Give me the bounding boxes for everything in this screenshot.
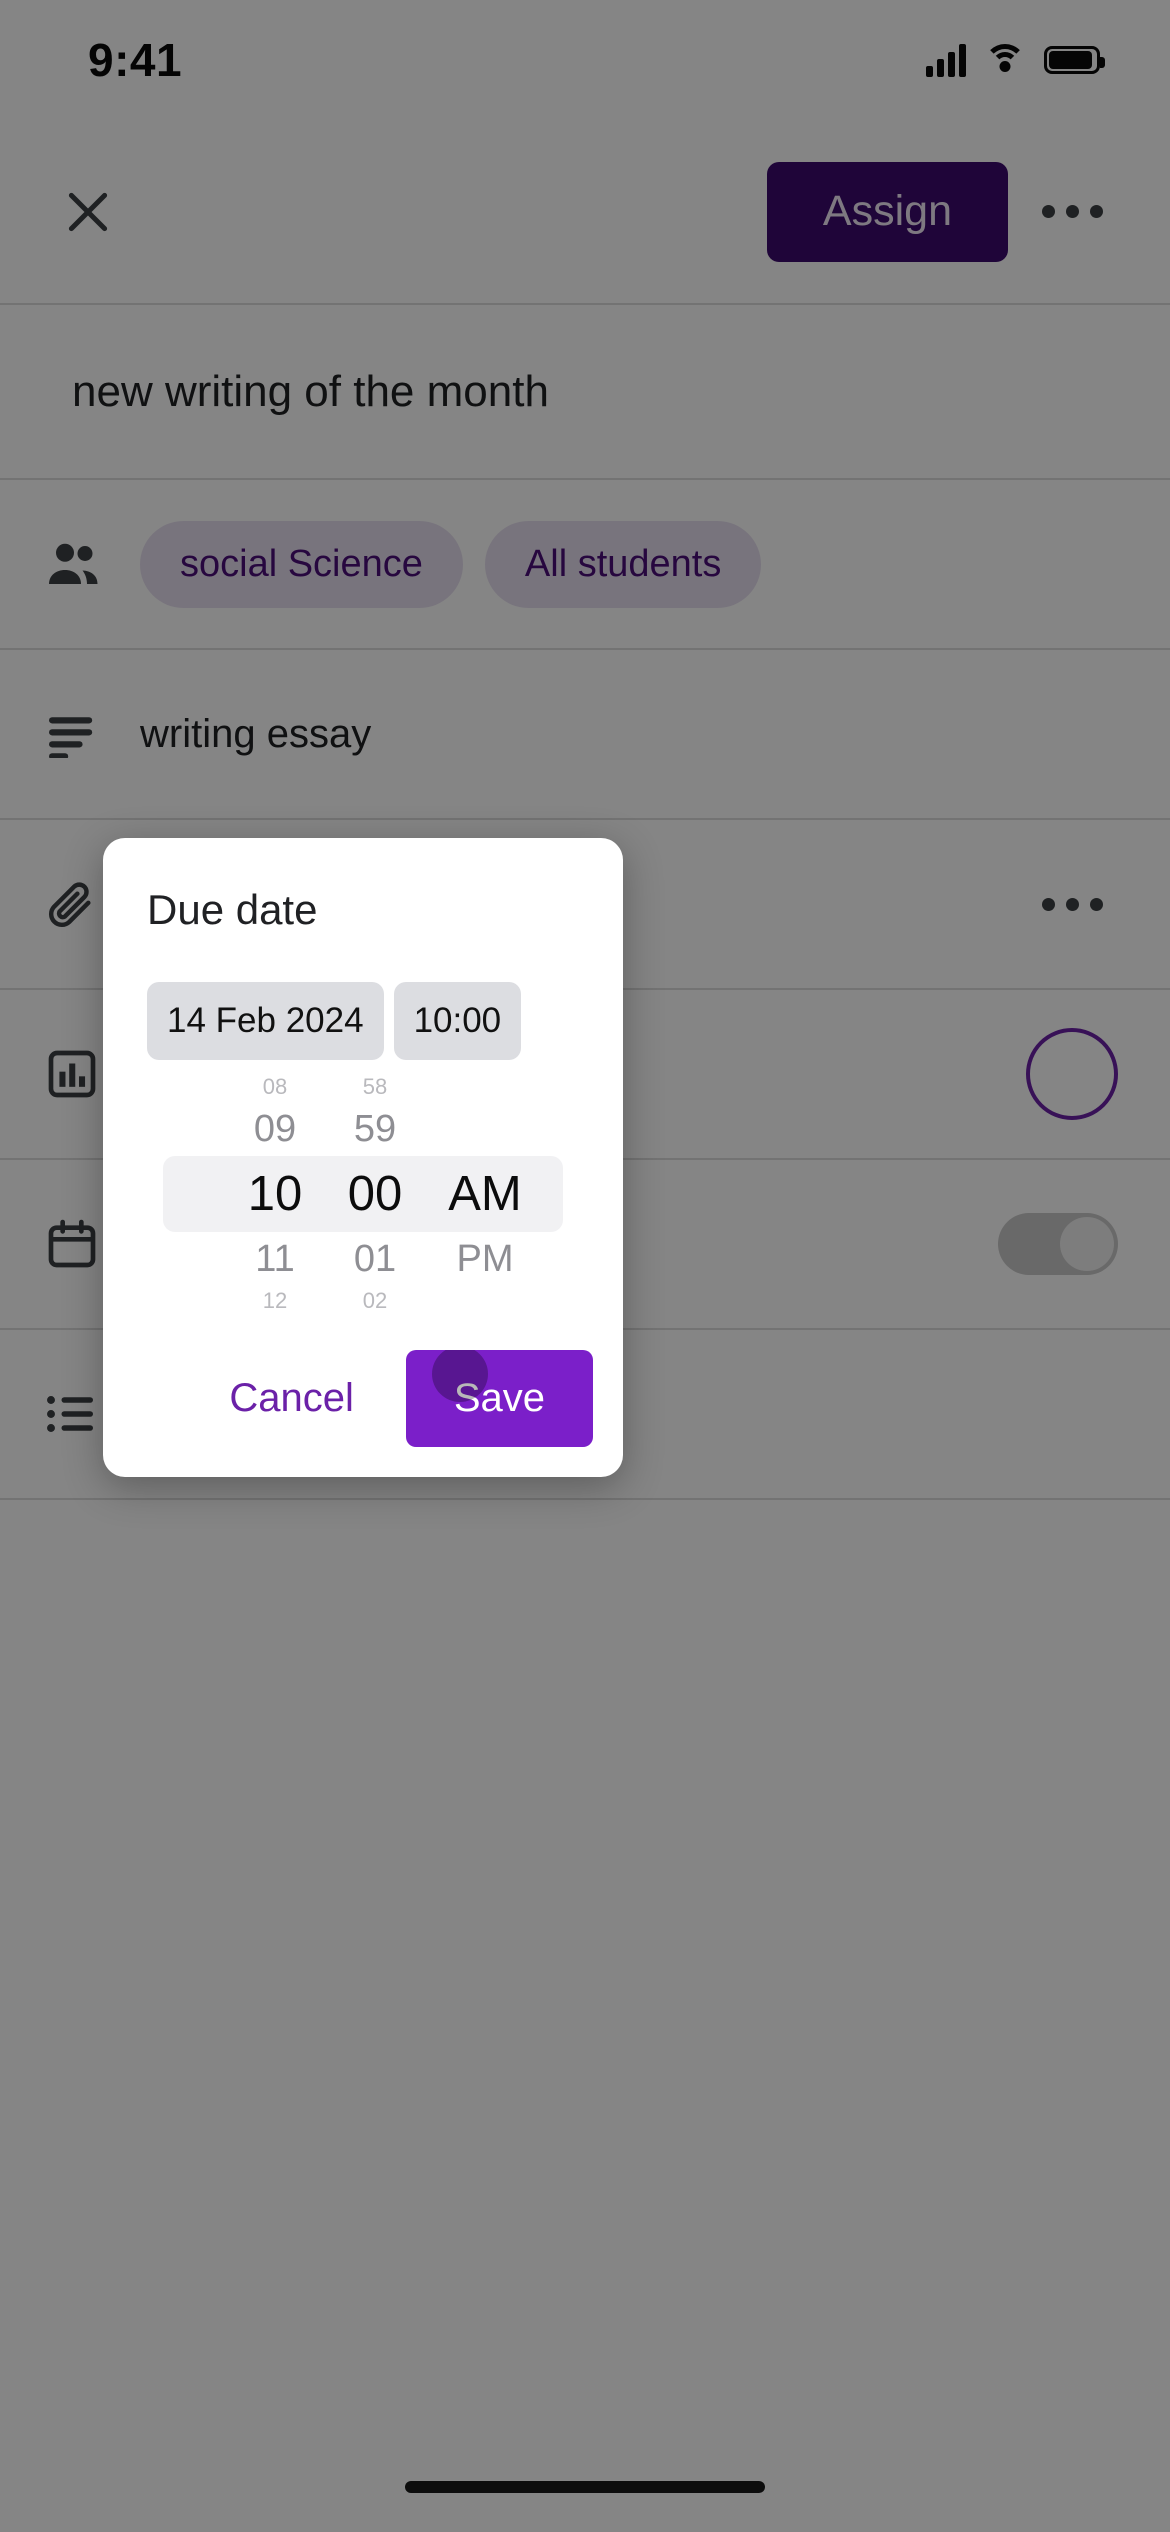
minute-selected[interactable]: 00 <box>348 1156 403 1232</box>
due-date-dialog: Due date 14 Feb 2024 10:00 08 09 10 11 1… <box>103 838 623 1477</box>
hour-above[interactable]: 09 <box>254 1102 296 1156</box>
hour-wheel[interactable]: 08 09 10 11 12 <box>225 1072 325 1316</box>
time-field[interactable]: 10:00 <box>393 982 522 1060</box>
minute-far-above[interactable]: 58 <box>363 1072 387 1102</box>
save-button[interactable]: Save <box>405 1350 593 1447</box>
dialog-fields: 14 Feb 2024 10:00 <box>103 982 623 1060</box>
hour-far-above[interactable]: 08 <box>263 1072 287 1102</box>
time-wheel-picker[interactable]: 08 09 10 11 12 58 59 00 01 02 AM PM <box>103 1064 623 1324</box>
hour-below[interactable]: 11 <box>255 1232 294 1286</box>
meridiem-wheel[interactable]: AM PM <box>425 1072 545 1316</box>
dialog-title: Due date <box>147 886 318 933</box>
date-field[interactable]: 14 Feb 2024 <box>147 982 384 1060</box>
minute-far-below[interactable]: 02 <box>363 1286 387 1316</box>
hour-selected[interactable]: 10 <box>248 1156 303 1232</box>
picker-columns: 08 09 10 11 12 58 59 00 01 02 AM PM <box>103 1072 623 1316</box>
minute-above[interactable]: 59 <box>354 1102 396 1156</box>
minute-below[interactable]: 01 <box>354 1232 396 1286</box>
cancel-button[interactable]: Cancel <box>207 1358 376 1439</box>
meridiem-selected[interactable]: AM <box>448 1156 522 1232</box>
dialog-actions: Cancel Save <box>103 1324 623 1447</box>
minute-wheel[interactable]: 58 59 00 01 02 <box>325 1072 425 1316</box>
meridiem-below[interactable]: PM <box>457 1232 514 1286</box>
hour-far-below[interactable]: 12 <box>263 1286 287 1316</box>
